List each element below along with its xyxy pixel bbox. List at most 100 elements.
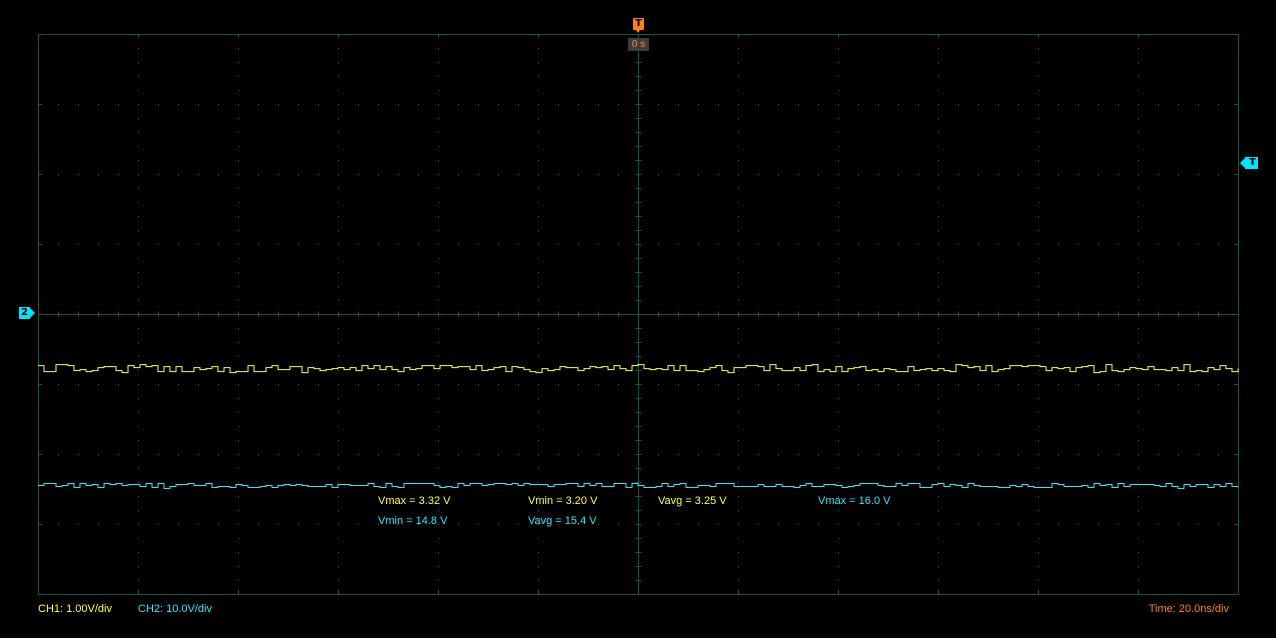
graticule-dot bbox=[798, 174, 799, 175]
graticule-dot bbox=[838, 286, 839, 287]
graticule-dot bbox=[698, 244, 699, 245]
graticule-dot bbox=[818, 174, 819, 175]
graticule-dot bbox=[538, 258, 539, 259]
graticule-dot bbox=[418, 244, 419, 245]
graticule-dot bbox=[718, 104, 719, 105]
graticule-dot bbox=[838, 258, 839, 259]
graticule-dot bbox=[198, 104, 199, 105]
graticule-dot bbox=[118, 104, 119, 105]
graticule-dot bbox=[138, 230, 139, 231]
graticule-dot bbox=[1038, 356, 1039, 357]
graticule-dot bbox=[838, 440, 839, 441]
graticule-dot bbox=[838, 342, 839, 343]
graticule-dot bbox=[558, 104, 559, 105]
graticule-dot bbox=[658, 524, 659, 525]
graticule-dot bbox=[438, 510, 439, 511]
graticule-dot bbox=[238, 202, 239, 203]
graticule-dot bbox=[538, 468, 539, 469]
ch1-vmax-measurement: Vmax = 3.32 V bbox=[378, 495, 451, 507]
graticule-dot bbox=[438, 356, 439, 357]
graticule-dot bbox=[1018, 524, 1019, 525]
graticule-dot bbox=[498, 244, 499, 245]
graticule-dot bbox=[438, 468, 439, 469]
graticule-dot bbox=[998, 104, 999, 105]
graticule-dot bbox=[938, 356, 939, 357]
graticule-dot bbox=[358, 384, 359, 385]
graticule-dot bbox=[238, 370, 239, 371]
graticule-dot bbox=[1038, 174, 1039, 175]
graticule-dot bbox=[238, 62, 239, 63]
trigger-position-marker[interactable]: T bbox=[633, 18, 644, 33]
graticule-dot bbox=[838, 272, 839, 273]
graticule-dot bbox=[378, 174, 379, 175]
graticule-dot bbox=[438, 76, 439, 77]
graticule-dot bbox=[238, 272, 239, 273]
graticule-dot bbox=[1038, 482, 1039, 483]
graticule-dot bbox=[1038, 398, 1039, 399]
trigger-level-marker[interactable]: T bbox=[1240, 157, 1258, 169]
graticule-dot bbox=[238, 580, 239, 581]
graticule-dot bbox=[238, 132, 239, 133]
graticule-dot bbox=[438, 482, 439, 483]
graticule-dot bbox=[938, 258, 939, 259]
graticule-dot bbox=[738, 566, 739, 567]
graticule-dot bbox=[598, 454, 599, 455]
graticule-dot bbox=[358, 174, 359, 175]
graticule-dot bbox=[138, 62, 139, 63]
graticule-dot bbox=[1038, 62, 1039, 63]
graticule-dot bbox=[538, 160, 539, 161]
graticule-dot bbox=[1078, 524, 1079, 525]
graticule-dot bbox=[838, 104, 839, 105]
graticule-dot bbox=[838, 426, 839, 427]
graticule-dot bbox=[838, 356, 839, 357]
graticule-dot bbox=[1038, 440, 1039, 441]
graticule-dot bbox=[338, 398, 339, 399]
graticule-dot bbox=[238, 76, 239, 77]
graticule-dot bbox=[938, 188, 939, 189]
graticule-dot bbox=[538, 216, 539, 217]
graticule-dot bbox=[1178, 174, 1179, 175]
graticule-dot bbox=[838, 300, 839, 301]
graticule-dot bbox=[338, 230, 339, 231]
graticule-dot bbox=[678, 384, 679, 385]
graticule-dot bbox=[338, 104, 339, 105]
graticule-dot bbox=[1158, 454, 1159, 455]
graticule-dot bbox=[518, 454, 519, 455]
graticule-dot bbox=[538, 90, 539, 91]
graticule-dot bbox=[798, 244, 799, 245]
graticule-dot bbox=[338, 482, 339, 483]
graticule-dot bbox=[998, 384, 999, 385]
graticule-dot bbox=[338, 342, 339, 343]
graticule-dot bbox=[938, 398, 939, 399]
graticule-dot bbox=[1098, 524, 1099, 525]
graticule-dot bbox=[378, 384, 379, 385]
ch1-vavg-measurement: Vavg = 3.25 V bbox=[658, 495, 727, 507]
graticule-dot bbox=[838, 132, 839, 133]
ch2-ground-marker[interactable]: 2 bbox=[19, 307, 35, 319]
graticule-dot bbox=[1098, 174, 1099, 175]
graticule-dot bbox=[338, 412, 339, 413]
graticule-dot bbox=[1178, 524, 1179, 525]
graticule-dot bbox=[1138, 482, 1139, 483]
graticule-dot bbox=[838, 398, 839, 399]
graticule-dot bbox=[1158, 104, 1159, 105]
graticule-dot bbox=[938, 342, 939, 343]
graticule-dot bbox=[338, 258, 339, 259]
graticule-dot bbox=[178, 104, 179, 105]
graticule-dot bbox=[178, 454, 179, 455]
graticule-dot bbox=[138, 538, 139, 539]
graticule-dot bbox=[1138, 104, 1139, 105]
graticule-dot bbox=[138, 384, 139, 385]
graticule-dot bbox=[838, 552, 839, 553]
graticule-dot bbox=[398, 244, 399, 245]
graticule-dot bbox=[538, 538, 539, 539]
graticule-dot bbox=[738, 510, 739, 511]
graticule-dot bbox=[778, 384, 779, 385]
graticule-dot bbox=[738, 398, 739, 399]
graticule-dot bbox=[338, 510, 339, 511]
graticule-dot bbox=[318, 244, 319, 245]
graticule-dot bbox=[338, 272, 339, 273]
graticule-dot bbox=[698, 384, 699, 385]
graticule-dot bbox=[878, 454, 879, 455]
graticule-dot bbox=[918, 454, 919, 455]
